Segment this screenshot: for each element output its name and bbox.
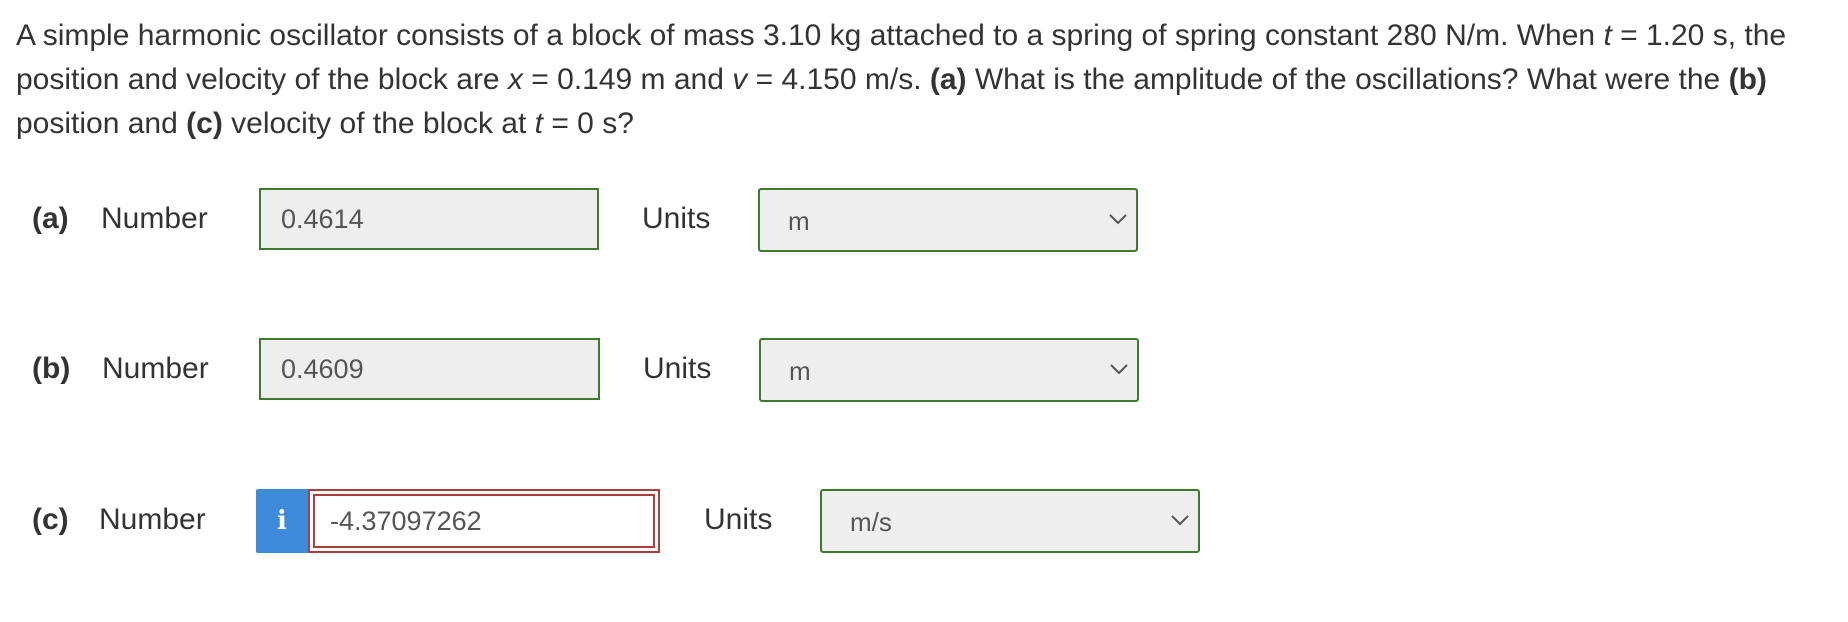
units-label: Units [643, 352, 712, 385]
part-label: (a) [32, 202, 69, 235]
part-label: (b) [32, 352, 71, 385]
units-label: Units [704, 503, 773, 536]
chevron-down-icon [1110, 364, 1128, 375]
variable-t: t [1603, 19, 1612, 52]
number-input-c[interactable] [308, 489, 660, 553]
question-segment: = 0 s? [542, 107, 634, 140]
question-segment: A simple harmonic oscillator consists of… [16, 19, 1604, 52]
variable-x: x [507, 63, 523, 96]
number-label: Number [99, 503, 206, 536]
part-a-marker: (a) [929, 63, 967, 96]
answer-row-a: (a) Number Units m [0, 188, 1848, 252]
number-label: Number [102, 352, 209, 385]
part-label: (c) [32, 503, 69, 536]
units-select-value: m [789, 356, 811, 386]
units-label: Units [642, 202, 711, 235]
question-segment: = 0.149 m and [522, 63, 733, 96]
number-input-b[interactable] [259, 338, 600, 400]
part-c-marker: (c) [186, 107, 223, 140]
question-text: A simple harmonic oscillator consists of… [16, 14, 1836, 146]
number-label: Number [101, 202, 208, 235]
units-select-value: m [788, 206, 810, 236]
units-select-b[interactable]: m [759, 338, 1139, 402]
question-segment: What is the amplitude of the oscillation… [966, 63, 1729, 96]
question-segment: = 4.150 m/s. [747, 63, 930, 96]
units-select-value: m/s [850, 507, 892, 537]
question-segment: position and [16, 107, 187, 140]
units-select-c[interactable]: m/s [820, 489, 1200, 553]
answer-row-b: (b) Number Units m [0, 338, 1848, 402]
units-select-a[interactable]: m [758, 188, 1138, 252]
part-b-marker: (b) [1728, 63, 1767, 96]
variable-v: v [732, 63, 748, 96]
chevron-down-icon [1109, 214, 1127, 225]
variable-t: t [534, 107, 543, 140]
answer-row-c: (c) Number i Units m/s [0, 489, 1848, 553]
question-segment: velocity of the block at [222, 107, 535, 140]
info-icon[interactable]: i [256, 489, 308, 553]
chevron-down-icon [1171, 515, 1189, 526]
number-input-a[interactable] [259, 188, 599, 250]
